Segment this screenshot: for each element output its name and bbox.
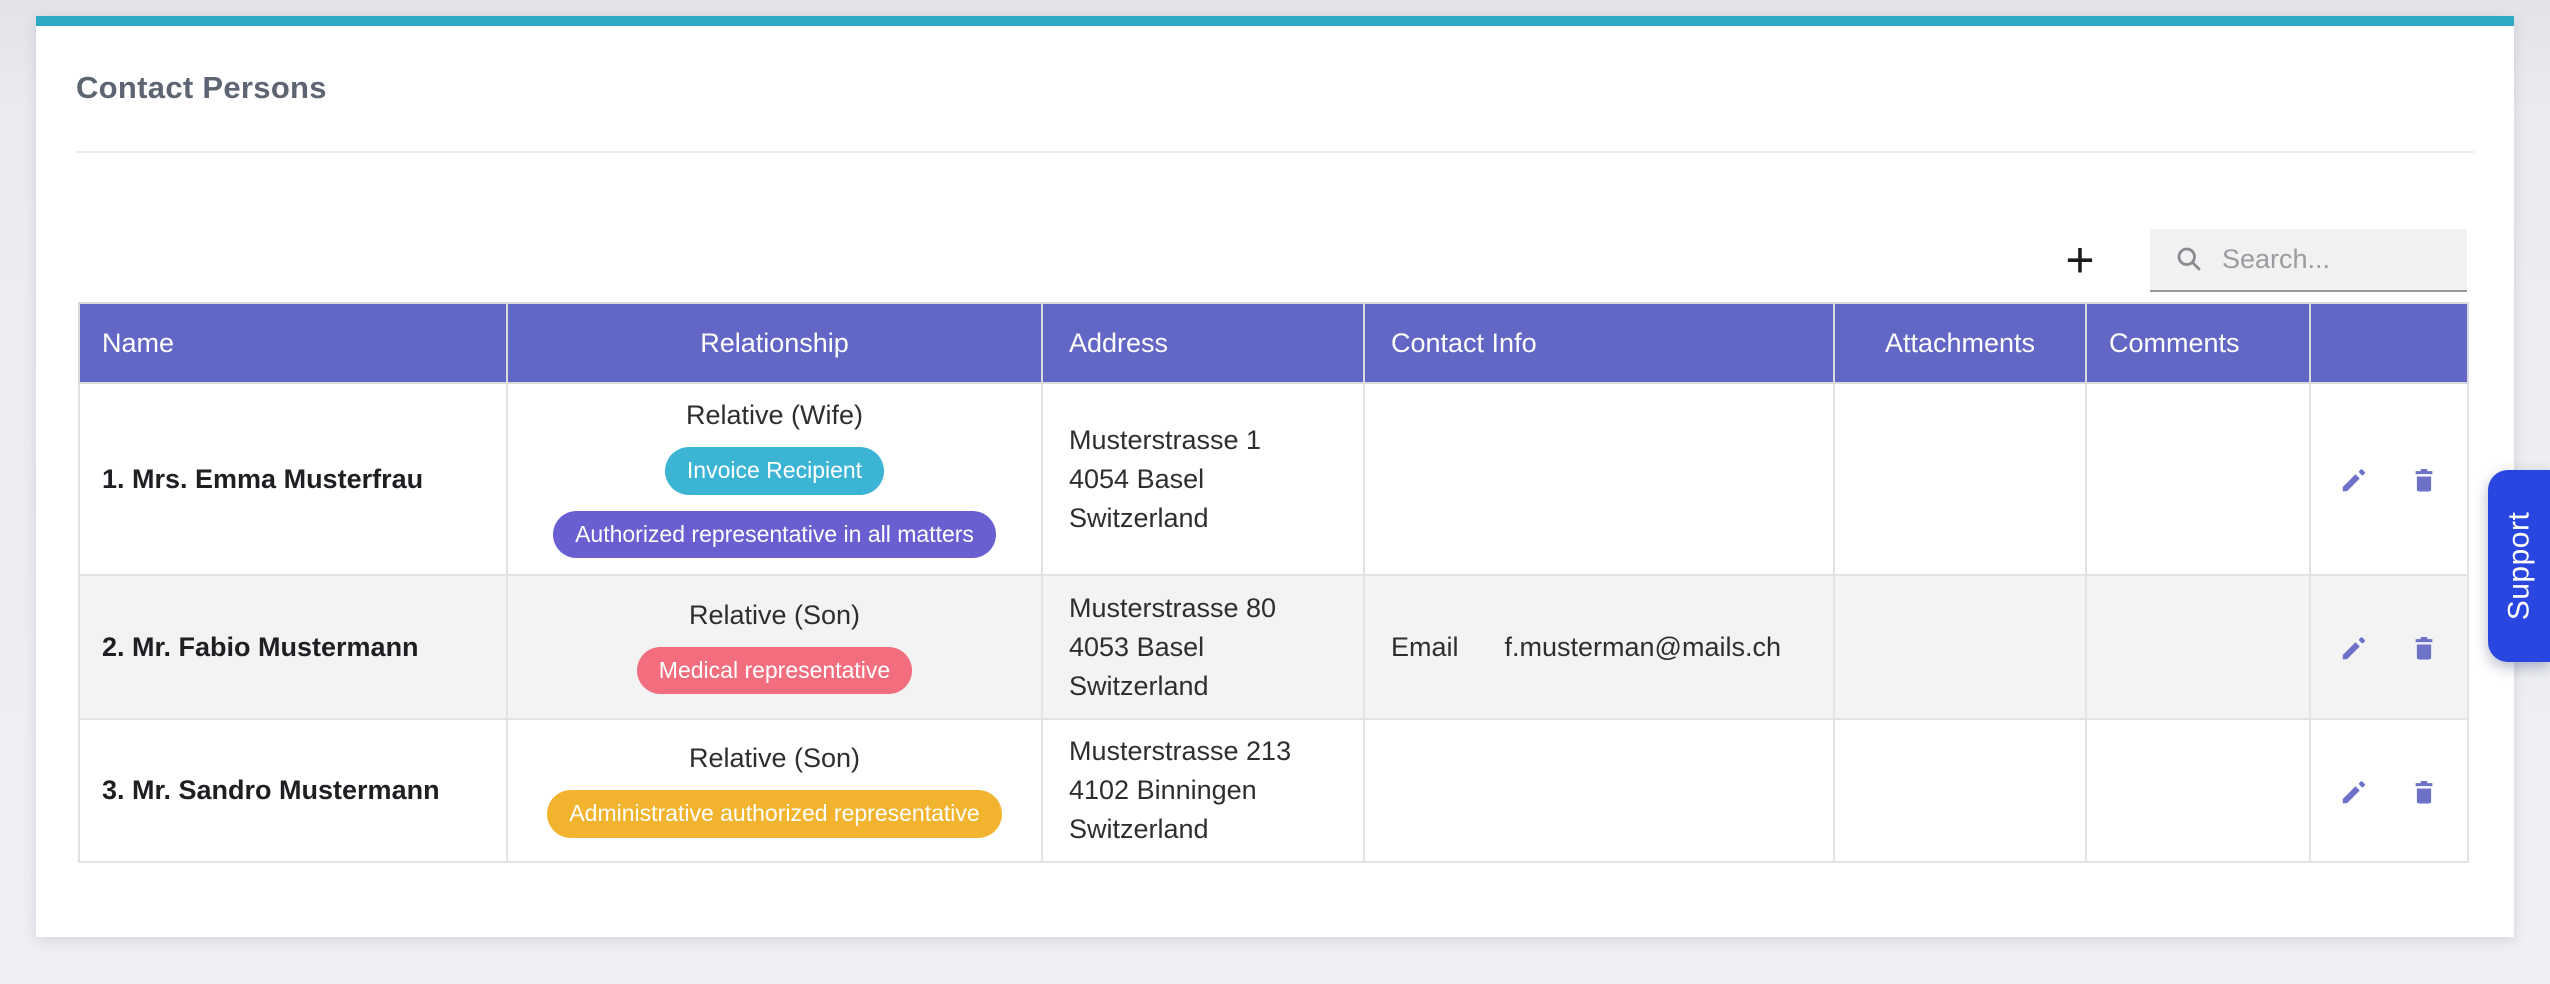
- address-cell: Musterstrasse 213 4102 Binningen Switzerla…: [1041, 718, 1365, 864]
- search-icon: [2177, 247, 2201, 271]
- edit-button[interactable]: [2339, 633, 2369, 663]
- search-input[interactable]: [2220, 242, 2453, 276]
- column-header-contact-info: Contact Info: [1363, 302, 1835, 384]
- address-line: 4053 Basel: [1069, 631, 1205, 662]
- address-line: 4102 Binningen: [1069, 775, 1257, 806]
- address-cell-content: Musterstrasse 1 4054 Basel Switzerland: [1069, 421, 1362, 538]
- address-cell-content: Musterstrasse 80 4053 Basel Switzerland: [1069, 589, 1362, 706]
- actions-cell: [2309, 718, 2469, 864]
- trash-icon: [2415, 780, 2433, 804]
- column-header-relationship: Relationship: [506, 302, 1043, 384]
- relationship-cell: Relative (Son) Administrative authorized…: [506, 718, 1043, 864]
- contact-row: 3. Mr. Sandro Mustermann Relative (Son) …: [78, 718, 2469, 864]
- pencil-icon: [2342, 781, 2366, 803]
- actions-cell: [2309, 381, 2469, 577]
- comments-cell: [2085, 574, 2311, 721]
- relationship-badge: Authorized representative in all matters: [553, 510, 996, 559]
- table-header-row: Name Relationship Address Contact Info A…: [78, 302, 2469, 384]
- name-cell: 2. Mr. Fabio Mustermann: [78, 574, 508, 721]
- pencil-icon: [2342, 469, 2366, 492]
- column-header-address: Address: [1041, 302, 1365, 384]
- address-line: Switzerland: [1069, 814, 1209, 845]
- comments-cell: [2085, 718, 2311, 864]
- contact-type: Email: [1391, 631, 1459, 662]
- contact-info-cell: [1363, 718, 1835, 864]
- name-cell: 3. Mr. Sandro Mustermann: [78, 718, 508, 864]
- table-body: 1. Mrs. Emma Musterfrau Relative (Wife) …: [78, 381, 2469, 864]
- edit-button[interactable]: [2339, 465, 2369, 495]
- column-header-attachments: Attachments: [1833, 302, 2087, 384]
- address-cell: Musterstrasse 1 4054 Basel Switzerland: [1041, 381, 1365, 577]
- relationship-badge: Administrative authorized representative: [547, 790, 1002, 838]
- address-line: Switzerland: [1069, 502, 1209, 533]
- relationship-label: Relative (Wife): [685, 400, 864, 430]
- attachments-cell: [1833, 574, 2087, 721]
- comments-cell: [2085, 381, 2311, 577]
- name-cell: 1. Mrs. Emma Musterfrau: [78, 381, 508, 577]
- badge-list: Medical representative: [518, 646, 1031, 695]
- column-header-actions: [2309, 302, 2469, 384]
- contact-row: 2. Mr. Fabio Mustermann Relative (Son) M…: [78, 574, 2469, 721]
- address-cell: Musterstrasse 80 4053 Basel Switzerland: [1041, 574, 1365, 721]
- attachments-cell: [1833, 381, 2087, 577]
- column-header-comments: Comments: [2085, 302, 2311, 384]
- contact-name: 3. Mr. Sandro Mustermann: [102, 775, 440, 806]
- table-toolbar: +: [36, 228, 2514, 292]
- title-divider: [76, 151, 2474, 153]
- contact-info-cell: Email f.musterman@mails.ch: [1363, 574, 1835, 721]
- address-cell-content: Musterstrasse 213 4102 Binningen Switzerla…: [1069, 732, 1362, 849]
- page-title: Contact Persons: [76, 70, 327, 105]
- delete-button[interactable]: [2409, 633, 2439, 663]
- relationship-cell: Relative (Son) Medical representative: [506, 574, 1043, 721]
- trash-icon: [2415, 469, 2433, 492]
- add-contact-button[interactable]: +: [2058, 232, 2102, 288]
- contact-row: 1. Mrs. Emma Musterfrau Relative (Wife) …: [78, 381, 2469, 577]
- address-line: Musterstrasse 213: [1069, 736, 1292, 767]
- delete-button[interactable]: [2409, 777, 2439, 807]
- contact-value: f.musterman@mails.ch: [1504, 631, 1781, 662]
- relationship-badge: Medical representative: [636, 646, 913, 695]
- trash-icon: [2415, 637, 2433, 660]
- relationship-label: Relative (Son): [688, 599, 861, 630]
- edit-button[interactable]: [2339, 777, 2369, 807]
- card-top-accent-bar: [36, 16, 2514, 26]
- actions-cell: [2309, 574, 2469, 721]
- column-header-name: Name: [78, 302, 508, 384]
- address-line: 4054 Basel: [1069, 463, 1205, 494]
- badge-list: Administrative authorized representative: [518, 790, 1031, 838]
- contact-info-cell: [1363, 381, 1835, 577]
- contact-name: 2. Mr. Fabio Mustermann: [102, 631, 419, 662]
- address-line: Switzerland: [1069, 670, 1209, 701]
- badge-list: Invoice Recipient Authorized representati…: [518, 447, 1031, 559]
- support-button-label: Support: [2502, 511, 2536, 621]
- contact-persons-table: Name Relationship Address Contact Info A…: [78, 302, 2469, 864]
- relationship-cell: Relative (Wife) Invoice Recipient Authori…: [506, 381, 1043, 577]
- search-box[interactable]: [2150, 228, 2467, 292]
- contact-persons-card: Contact Persons + Name Relations: [36, 16, 2514, 937]
- address-line: Musterstrasse 80: [1069, 592, 1277, 623]
- support-button[interactable]: Support: [2488, 470, 2550, 662]
- contact-name: 1. Mrs. Emma Musterfrau: [102, 463, 424, 494]
- relationship-badge: Invoice Recipient: [664, 447, 885, 495]
- address-line: Musterstrasse 1: [1069, 424, 1262, 455]
- pencil-icon: [2342, 637, 2366, 660]
- attachments-cell: [1833, 718, 2087, 864]
- delete-button[interactable]: [2409, 465, 2439, 495]
- relationship-label: Relative (Son): [688, 743, 861, 774]
